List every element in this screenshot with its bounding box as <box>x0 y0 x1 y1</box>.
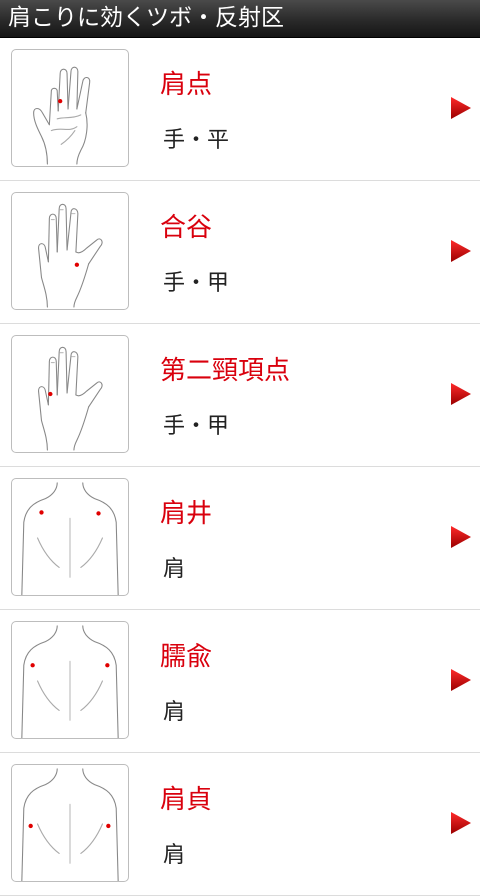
acupoint-area: 肩 <box>163 700 186 725</box>
right-triangle-icon <box>450 239 472 263</box>
upper-back-icon <box>11 478 129 596</box>
back-hand-icon <box>11 192 129 310</box>
acupoint-name: 合谷 <box>160 213 213 243</box>
acupoint-name: 臑兪 <box>160 642 213 672</box>
acupoint-area: 肩 <box>163 557 186 582</box>
acupoint-list: 肩点 手・平 合谷 手・甲 第二頸項点 手・甲 肩井 肩 臑兪 肩 肩貞 肩 <box>0 38 480 896</box>
page-title: 肩こりに効くツボ・反射区 <box>8 5 284 31</box>
palm-hand-icon <box>11 49 129 167</box>
list-item[interactable]: 合谷 手・甲 <box>0 181 480 324</box>
list-item[interactable]: 第二頸項点 手・甲 <box>0 324 480 467</box>
list-item[interactable]: 肩貞 肩 <box>0 753 480 896</box>
list-item[interactable]: 肩井 肩 <box>0 467 480 610</box>
acupoint-area: 手・甲 <box>163 271 230 296</box>
acupoint-area: 手・甲 <box>163 414 230 439</box>
acupoint-name: 肩点 <box>160 70 213 100</box>
upper-back-icon <box>11 764 129 882</box>
acupoint-name: 肩貞 <box>160 785 213 815</box>
list-item[interactable]: 臑兪 肩 <box>0 610 480 753</box>
right-triangle-icon <box>450 525 472 549</box>
title-bar: 肩こりに効くツボ・反射区 <box>0 0 480 38</box>
right-triangle-icon <box>450 811 472 835</box>
acupoint-area: 手・平 <box>163 128 230 153</box>
acupoint-area: 肩 <box>163 843 186 868</box>
upper-back-icon <box>11 621 129 739</box>
acupoint-name: 肩井 <box>160 499 213 529</box>
right-triangle-icon <box>450 668 472 692</box>
right-triangle-icon <box>450 96 472 120</box>
right-triangle-icon <box>450 382 472 406</box>
acupoint-name: 第二頸項点 <box>160 356 291 386</box>
back-hand-icon <box>11 335 129 453</box>
list-item[interactable]: 肩点 手・平 <box>0 38 480 181</box>
